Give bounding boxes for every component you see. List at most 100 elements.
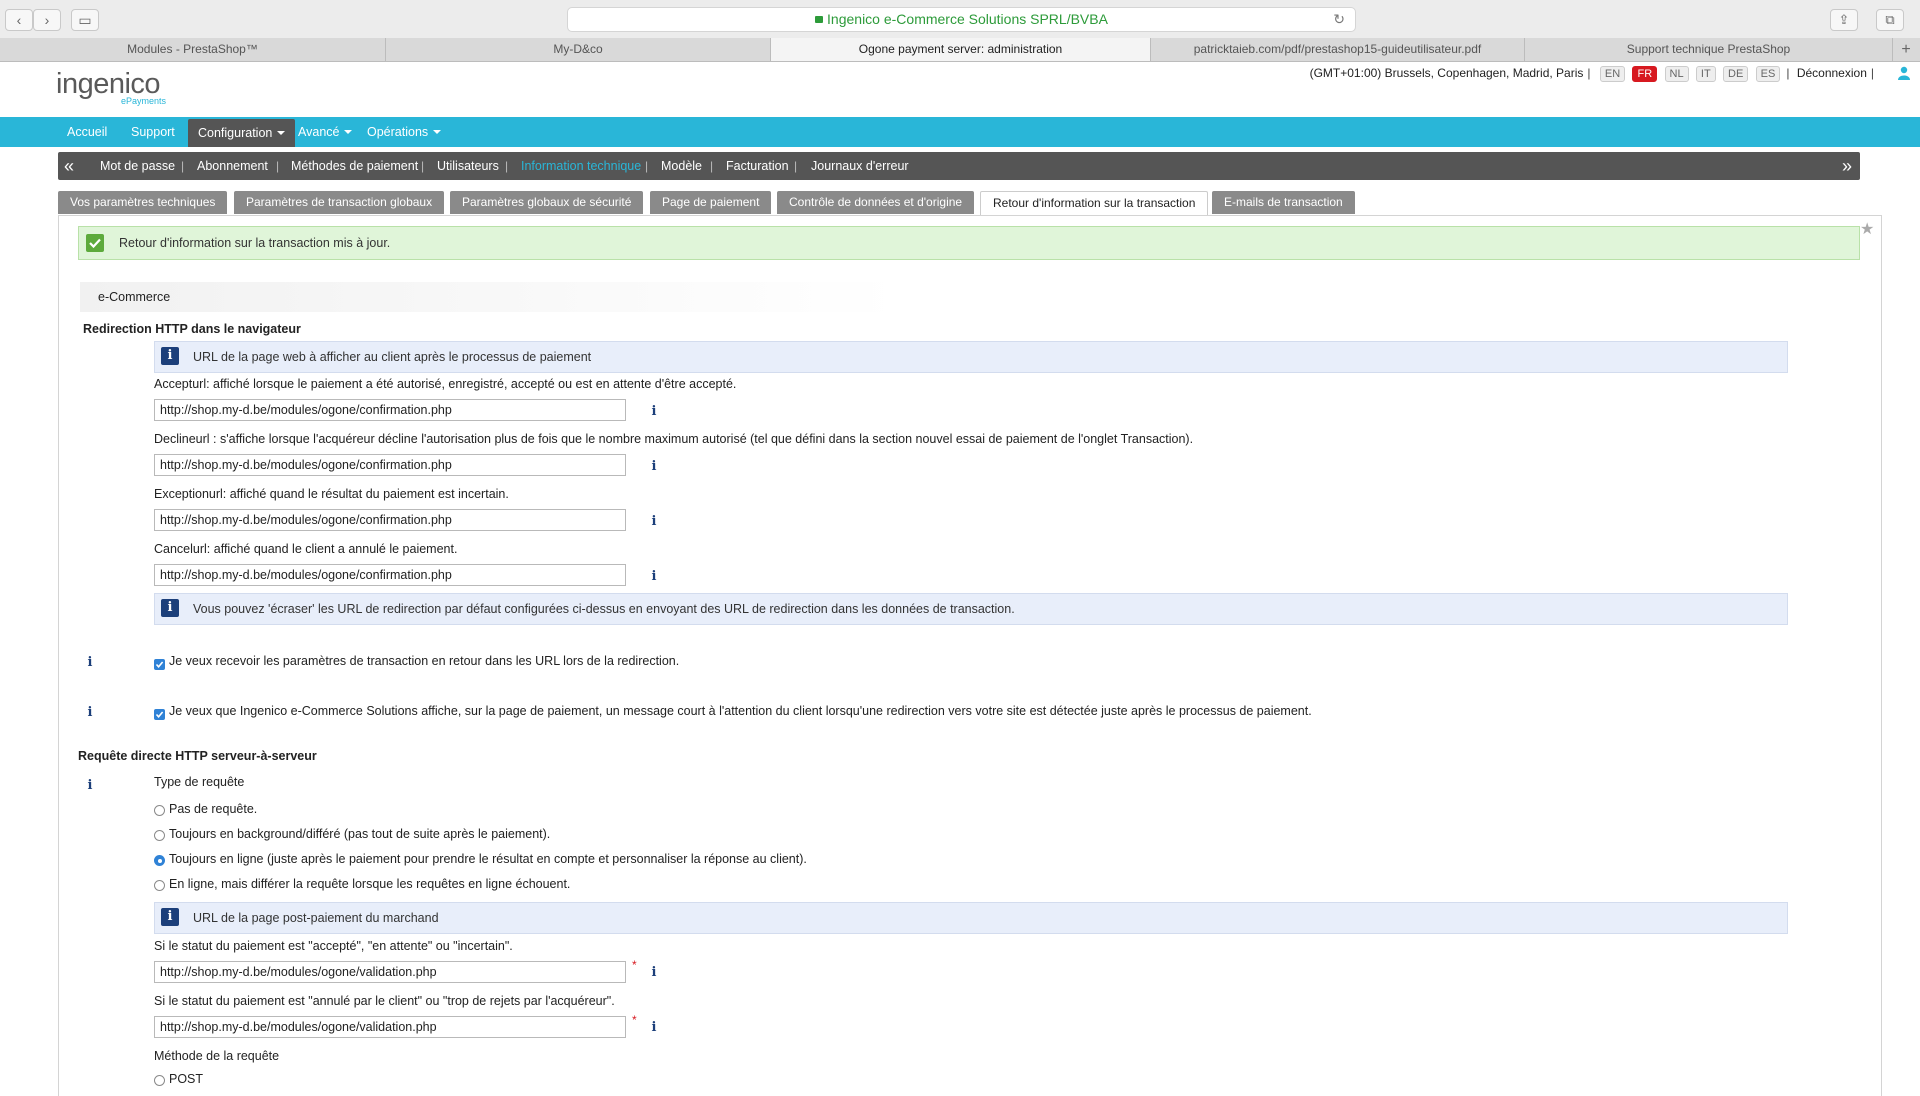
menu-support[interactable]: Support bbox=[131, 117, 175, 147]
share-icon[interactable]: ⇪ bbox=[1830, 9, 1858, 31]
tab-page-paiement[interactable]: Page de paiement bbox=[650, 191, 772, 214]
request-method-post-label: POST bbox=[169, 1072, 204, 1086]
tab-emails-transaction[interactable]: E-mails de transaction bbox=[1212, 191, 1355, 214]
info-icon[interactable]: i bbox=[81, 704, 99, 722]
info-icon[interactable]: i bbox=[645, 458, 663, 476]
scroll-right-icon[interactable]: » bbox=[1842, 152, 1852, 180]
success-text: Retour d'information sur la transaction … bbox=[119, 236, 391, 250]
lock-icon bbox=[815, 16, 824, 23]
required-marker: * bbox=[632, 1013, 637, 1027]
submenu-mot-de-passe[interactable]: Mot de passe bbox=[100, 152, 175, 180]
info-icon: i bbox=[161, 599, 179, 617]
decline-url-label: Declineurl : s'affiche lorsque l'acquére… bbox=[154, 432, 1194, 446]
browser-tab-active[interactable]: Ogone payment server: administration bbox=[771, 38, 1151, 61]
chevron-down-icon bbox=[344, 130, 353, 134]
address-bar[interactable]: Ingenico e-Commerce Solutions SPRL/BVBA … bbox=[567, 7, 1356, 32]
info-box-post-payment: i URL de la page post-paiement du marcha… bbox=[154, 902, 1788, 934]
browser-tab[interactable]: My-D&co bbox=[386, 38, 771, 61]
lang-de[interactable]: DE bbox=[1723, 66, 1749, 82]
status-ok-label: Si le statut du paiement est "accepté", … bbox=[154, 939, 513, 953]
request-type-radio-none[interactable] bbox=[154, 805, 165, 816]
main-menu: Accueil Support Configuration Avancé Opé… bbox=[0, 117, 1920, 147]
lang-nl[interactable]: NL bbox=[1664, 66, 1689, 82]
submenu-facturation[interactable]: Facturation bbox=[726, 152, 789, 180]
tabs-overview-icon[interactable]: ⧉ bbox=[1876, 9, 1904, 31]
sidebar-icon[interactable]: ▭ bbox=[71, 9, 99, 31]
info-icon: i bbox=[161, 347, 179, 365]
info-icon[interactable]: i bbox=[81, 777, 99, 795]
url-text: Ingenico e-Commerce Solutions SPRL/BVBA bbox=[827, 11, 1108, 27]
status-ko-url-input[interactable] bbox=[154, 1016, 626, 1038]
tab-retour-information[interactable]: Retour d'information sur la transaction bbox=[980, 191, 1209, 216]
tab-controle-donnees[interactable]: Contrôle de données et d'origine bbox=[777, 191, 975, 214]
section-header: e-Commerce bbox=[80, 282, 900, 312]
lang-es[interactable]: ES bbox=[1755, 66, 1781, 82]
status-ko-label: Si le statut du paiement est "annulé par… bbox=[154, 994, 615, 1008]
menu-operations[interactable]: Opérations bbox=[367, 117, 442, 147]
menu-avance[interactable]: Avancé bbox=[298, 117, 353, 147]
submenu-utilisateurs[interactable]: Utilisateurs bbox=[437, 152, 499, 180]
new-tab-button[interactable]: + bbox=[1892, 38, 1920, 61]
submenu-modele[interactable]: Modèle bbox=[661, 152, 702, 180]
chevron-down-icon bbox=[277, 131, 286, 135]
request-type-radio-background[interactable] bbox=[154, 830, 165, 841]
cancel-url-label: Cancelurl: affiché quand le client a ann… bbox=[154, 542, 458, 556]
lang-it[interactable]: IT bbox=[1695, 66, 1716, 82]
info-box-redirect: i URL de la page web à afficher au clien… bbox=[154, 341, 1788, 373]
receive-params-checkbox[interactable] bbox=[154, 659, 165, 670]
submenu-information-technique[interactable]: Information technique bbox=[521, 152, 641, 180]
decline-url-input[interactable] bbox=[154, 454, 626, 476]
info-icon[interactable]: i bbox=[645, 1019, 663, 1037]
logout-link[interactable]: Déconnexion bbox=[1797, 66, 1867, 80]
info-icon[interactable]: i bbox=[645, 403, 663, 421]
back-button[interactable]: ‹ bbox=[5, 9, 33, 31]
show-message-checkbox[interactable] bbox=[154, 709, 165, 720]
submenu-methodes-paiement[interactable]: Méthodes de paiement bbox=[291, 152, 418, 180]
info-text: URL de la page post-paiement du marchand bbox=[193, 911, 439, 925]
forward-button[interactable]: › bbox=[33, 9, 61, 31]
success-message: Retour d'information sur la transaction … bbox=[78, 226, 1860, 260]
info-icon[interactable]: i bbox=[81, 654, 99, 672]
cancel-url-input[interactable] bbox=[154, 564, 626, 586]
accept-url-input[interactable] bbox=[154, 399, 626, 421]
exception-url-input[interactable] bbox=[154, 509, 626, 531]
submenu-journaux-erreur[interactable]: Journaux d'erreur bbox=[811, 152, 909, 180]
request-type-radio-online[interactable] bbox=[154, 855, 165, 866]
scroll-left-icon[interactable]: « bbox=[64, 152, 74, 180]
menu-accueil[interactable]: Accueil bbox=[67, 117, 107, 147]
menu-avance-label: Avancé bbox=[298, 125, 340, 139]
tab-securite[interactable]: Paramètres globaux de sécurité bbox=[450, 191, 644, 214]
chevron-down-icon bbox=[433, 130, 442, 134]
request-method-radio-post[interactable] bbox=[154, 1075, 165, 1086]
browser-tabs: Modules - PrestaShop™ My-D&co Ogone paym… bbox=[0, 38, 1920, 62]
sub-menu: « Mot de passe | Abonnement | Méthodes d… bbox=[58, 152, 1860, 180]
checkmark-icon bbox=[86, 234, 104, 252]
status-ok-url-input[interactable] bbox=[154, 961, 626, 983]
radio-label: Toujours en background/différé (pas tout… bbox=[169, 827, 551, 841]
accept-url-label: Accepturl: affiché lorsque le paiement a… bbox=[154, 377, 737, 391]
ingenico-logo[interactable]: ingenico ePayments bbox=[56, 68, 166, 106]
header-utility: (GMT+01:00) Brussels, Copenhagen, Madrid… bbox=[1309, 66, 1874, 82]
info-icon[interactable]: i bbox=[645, 568, 663, 586]
request-type-label: Type de requête bbox=[154, 775, 245, 789]
info-icon[interactable]: i bbox=[645, 513, 663, 531]
menu-configuration[interactable]: Configuration bbox=[188, 119, 296, 147]
info-icon: i bbox=[161, 908, 179, 926]
submenu-abonnement[interactable]: Abonnement bbox=[197, 152, 268, 180]
user-icon[interactable] bbox=[1898, 66, 1910, 80]
info-icon[interactable]: i bbox=[645, 964, 663, 982]
timezone: (GMT+01:00) Brussels, Copenhagen, Madrid… bbox=[1309, 66, 1584, 80]
star-icon[interactable]: ★ bbox=[1860, 219, 1874, 239]
lang-en[interactable]: EN bbox=[1599, 66, 1626, 82]
browser-tab[interactable]: Support technique PrestaShop bbox=[1525, 38, 1893, 61]
tab-parametres-techniques[interactable]: Vos paramètres techniques bbox=[58, 191, 228, 214]
tab-transaction-globaux[interactable]: Paramètres de transaction globaux bbox=[234, 191, 445, 214]
browser-tab[interactable]: Modules - PrestaShop™ bbox=[0, 38, 386, 61]
radio-label: Toujours en ligne (juste après le paieme… bbox=[169, 852, 807, 866]
lang-fr[interactable]: FR bbox=[1632, 66, 1658, 82]
request-type-radio-online-deferred[interactable] bbox=[154, 880, 165, 891]
browser-toolbar: ‹ › ▭ Ingenico e-Commerce Solutions SPRL… bbox=[0, 0, 1920, 39]
reload-icon[interactable]: ↻ bbox=[1333, 8, 1345, 31]
browser-tab[interactable]: patricktaieb.com/pdf/prestashop15-guideu… bbox=[1151, 38, 1525, 61]
redirect-heading: Redirection HTTP dans le navigateur bbox=[83, 322, 301, 336]
